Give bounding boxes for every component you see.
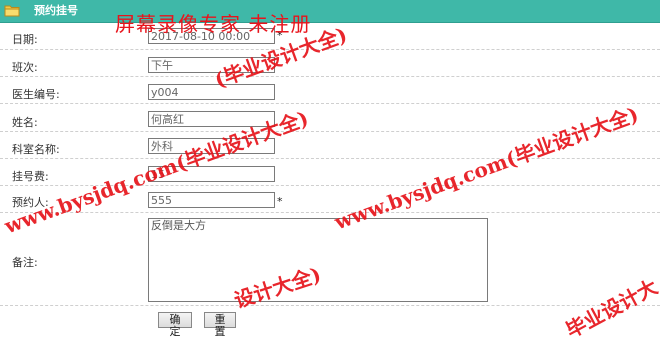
recorder-watermark: 屏幕录像专家 未注册 (115, 12, 312, 36)
date-label: 日期: (12, 33, 38, 46)
department-label: 科室名称: (12, 143, 60, 156)
remark-label: 备注: (12, 256, 38, 269)
name-label: 姓名: (12, 116, 38, 129)
row-shift: 班次: (0, 50, 660, 77)
panel-titlebar: 预约挂号 (0, 0, 660, 23)
booker-field[interactable] (148, 192, 275, 208)
booker-required-mark: * (277, 195, 283, 208)
doctor-id-label: 医生编号: (12, 88, 60, 101)
row-doctor-id: 医生编号: (0, 77, 660, 104)
confirm-button[interactable]: 确定 (158, 312, 192, 338)
row-remark: 备注: 反倒是大方 (0, 213, 660, 306)
folder-icon (4, 5, 20, 17)
remark-textarea[interactable]: 反倒是大方 (148, 218, 488, 302)
panel-title: 预约挂号 (34, 4, 78, 17)
doctor-id-field[interactable] (148, 84, 275, 100)
reset-button[interactable]: 重置 (204, 312, 236, 338)
fee-label: 挂号费: (12, 170, 49, 183)
shift-label: 班次: (12, 61, 38, 74)
